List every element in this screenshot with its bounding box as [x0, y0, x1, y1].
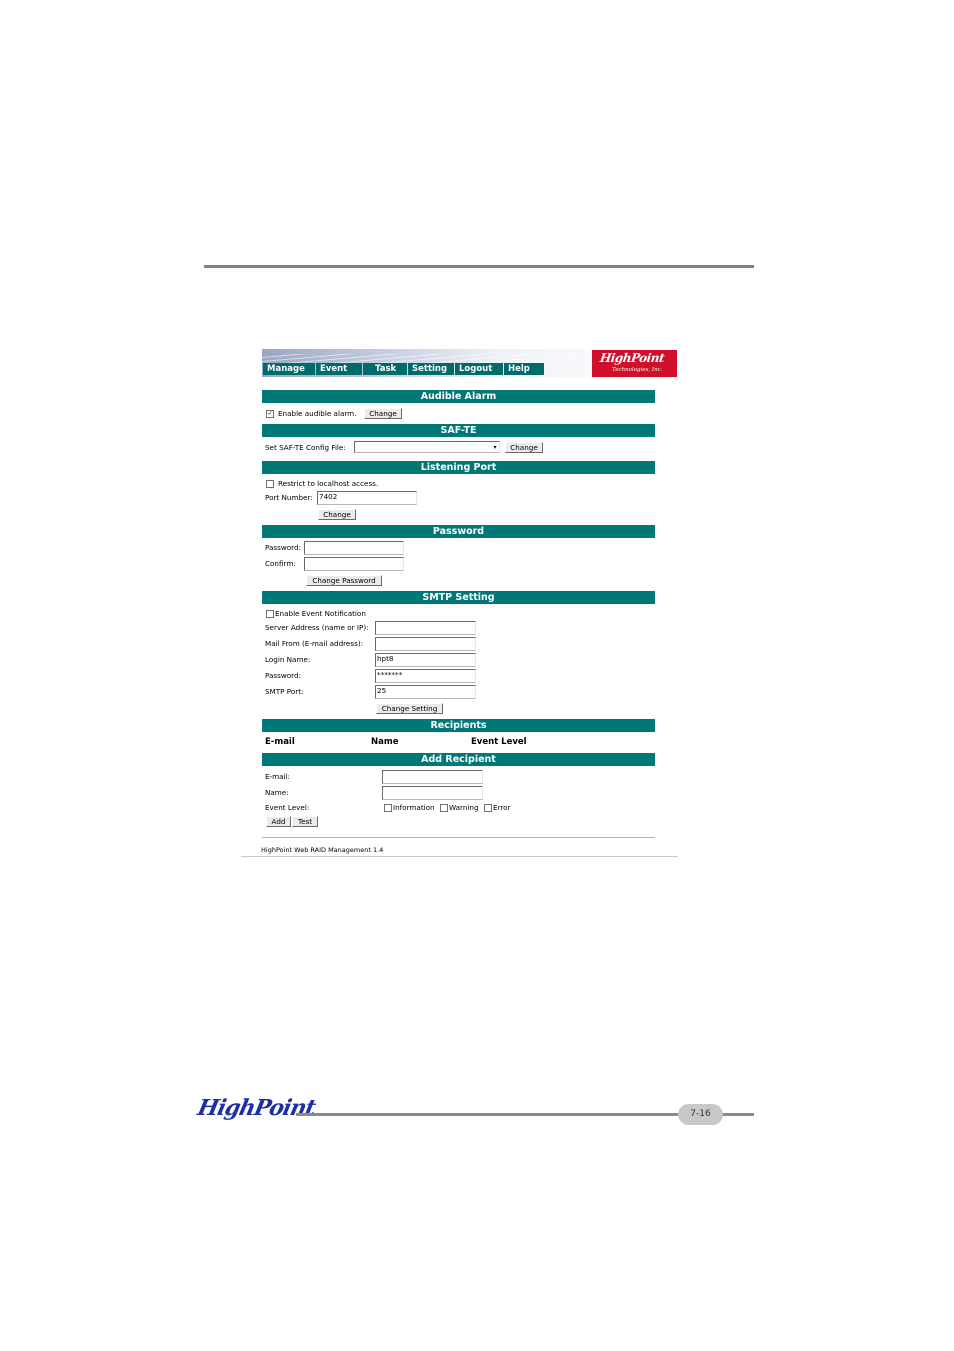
event-level-label: Event Level:	[265, 803, 310, 812]
confirm-label: Confirm:	[265, 559, 296, 568]
change-password-button[interactable]: Change Password	[306, 575, 382, 586]
smtp-port-label: SMTP Port:	[265, 687, 304, 696]
section-recipients: Recipients	[262, 719, 655, 732]
add-recipient-button[interactable]: Add	[266, 816, 291, 827]
level-warning-label: Warning	[449, 803, 479, 812]
restrict-localhost-checkbox[interactable]	[266, 480, 274, 488]
login-name-input[interactable]: hpt8	[375, 653, 476, 667]
nav-task[interactable]: Task	[363, 363, 407, 375]
login-name-label: Login Name:	[265, 655, 311, 664]
level-information-checkbox[interactable]	[384, 804, 392, 812]
nav-bar: Manage Event Task Setting Logout Help	[263, 363, 545, 375]
port-number-input[interactable]: 7402	[317, 491, 417, 505]
recipients-col-email: E-mail	[265, 737, 295, 747]
enable-audible-alarm-label: Enable audible alarm.	[278, 409, 357, 418]
level-error-label: Error	[493, 803, 511, 812]
saf-te-config-label: Set SAF-TE Config File:	[265, 443, 346, 452]
saf-te-config-select[interactable]: ▾	[354, 441, 500, 453]
recipient-email-input[interactable]	[382, 770, 483, 784]
window-bottom-edge	[241, 856, 678, 857]
nav-help[interactable]: Help	[504, 363, 544, 375]
highpoint-footer-logo: HighPoint	[195, 1095, 318, 1121]
header-banner: Manage Event Task Setting Logout Help Hi…	[262, 349, 677, 377]
web-raid-management-window: Manage Event Task Setting Logout Help Hi…	[241, 349, 678, 857]
server-address-input[interactable]	[375, 621, 476, 635]
port-number-label: Port Number:	[265, 493, 313, 502]
level-error-checkbox[interactable]	[484, 804, 492, 812]
smtp-port-input[interactable]: 25	[375, 685, 476, 699]
app-version-footer: HighPoint Web RAID Management 1.4	[261, 846, 384, 854]
enable-event-notification-checkbox[interactable]	[266, 610, 274, 618]
mail-from-input[interactable]	[375, 637, 476, 651]
audible-alarm-change-button[interactable]: Change	[364, 408, 402, 419]
nav-setting[interactable]: Setting	[408, 363, 454, 375]
mail-from-label: Mail From (E-mail address):	[265, 639, 364, 648]
server-address-label: Server Address (name or IP):	[265, 623, 369, 632]
recipient-email-label: E-mail:	[265, 772, 290, 781]
enable-event-notification-label: Enable Event Notification	[275, 609, 366, 618]
saf-te-change-button[interactable]: Change	[505, 442, 543, 453]
chevron-down-icon[interactable]: ▾	[492, 443, 498, 452]
highpoint-logo: HighPoint Technologies, Inc.	[592, 350, 677, 377]
recipients-col-name: Name	[371, 737, 399, 747]
recipients-col-event-level: Event Level	[471, 737, 527, 747]
recipient-name-label: Name:	[265, 788, 289, 797]
section-audible-alarm: Audible Alarm	[262, 390, 655, 403]
section-password: Password	[262, 525, 655, 538]
section-listening-port: Listening Port	[262, 461, 655, 474]
nav-logout[interactable]: Logout	[455, 363, 503, 375]
change-setting-button[interactable]: Change Setting	[376, 703, 443, 714]
logo-brand: HighPoint	[599, 351, 666, 365]
page-top-rule	[204, 265, 754, 268]
smtp-password-label: Password:	[265, 671, 301, 680]
enable-audible-alarm-checkbox[interactable]: ✓	[266, 410, 274, 418]
restrict-localhost-label: Restrict to localhost access.	[278, 479, 379, 488]
listening-port-change-button[interactable]: Change	[318, 509, 356, 520]
smtp-password-input[interactable]: *******	[375, 669, 476, 683]
level-warning-checkbox[interactable]	[440, 804, 448, 812]
section-saf-te: SAF-TE	[262, 424, 655, 437]
test-recipient-button[interactable]: Test	[292, 816, 318, 827]
section-add-recipient: Add Recipient	[262, 753, 655, 766]
recipient-name-input[interactable]	[382, 786, 483, 800]
password-label: Password:	[265, 543, 301, 552]
nav-event[interactable]: Event	[316, 363, 362, 375]
level-information-label: Information	[393, 803, 435, 812]
section-smtp-setting: SMTP Setting	[262, 591, 655, 604]
nav-manage[interactable]: Manage	[263, 363, 315, 375]
password-input[interactable]	[304, 541, 404, 555]
logo-subtitle: Technologies, Inc.	[612, 367, 663, 373]
page-number: 7-16	[678, 1104, 723, 1125]
footer-divider	[262, 837, 655, 838]
confirm-password-input[interactable]	[304, 557, 404, 571]
